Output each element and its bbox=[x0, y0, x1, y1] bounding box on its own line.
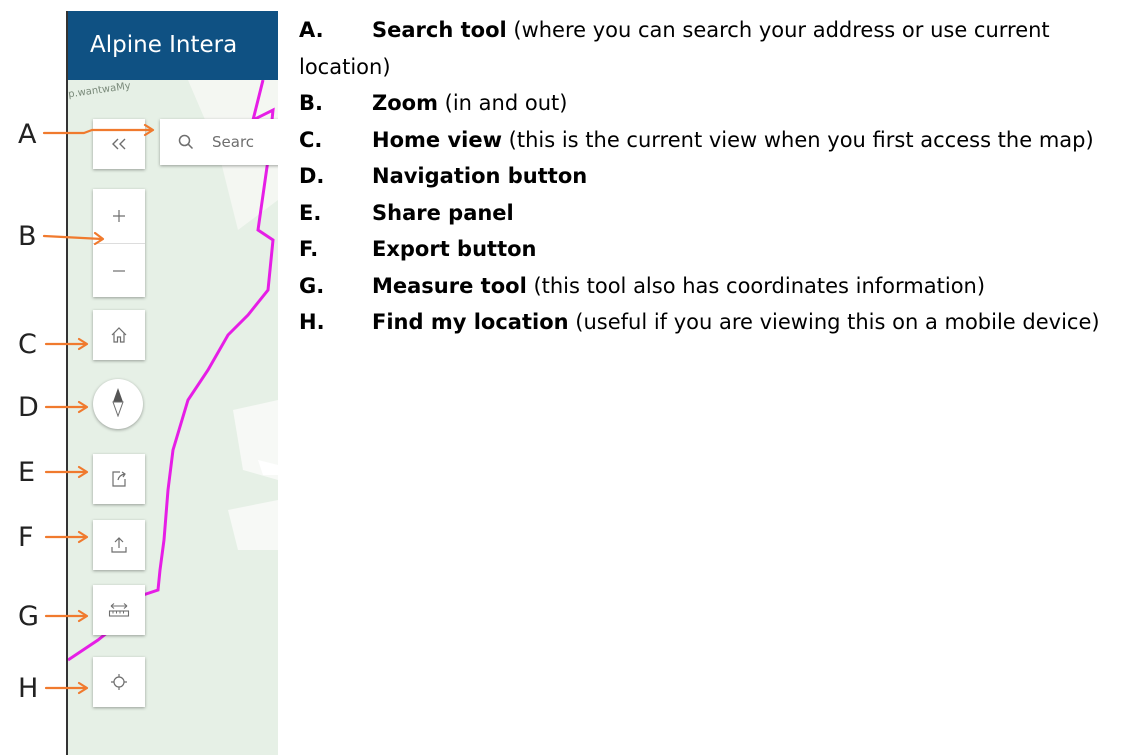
search-input[interactable]: Searc bbox=[160, 119, 278, 165]
app-title: Alpine Intera bbox=[90, 32, 238, 58]
legend-name: Share panel bbox=[372, 200, 514, 225]
legend-key: C. bbox=[299, 127, 323, 152]
search-placeholder: Searc bbox=[212, 133, 255, 151]
legend-key: F. bbox=[299, 237, 319, 261]
locate-button[interactable] bbox=[93, 657, 145, 707]
callout-f: F bbox=[18, 522, 34, 553]
legend-list: A. Search tool (where you can search your… bbox=[299, 12, 1119, 341]
zoom-controls bbox=[93, 189, 145, 297]
measure-button[interactable] bbox=[93, 585, 145, 635]
callout-a: A bbox=[18, 119, 37, 150]
callout-h: H bbox=[18, 673, 39, 704]
legend-item-h: H. Find my location (useful if you are vi… bbox=[299, 304, 1119, 341]
legend-item-d: D. Navigation button bbox=[299, 158, 1119, 195]
legend-desc: (this is the current view when you first… bbox=[501, 127, 1094, 152]
zoom-in-button[interactable] bbox=[93, 189, 145, 243]
callout-g: G bbox=[18, 601, 39, 632]
legend-name: Home view bbox=[372, 127, 502, 152]
legend-name: Zoom bbox=[372, 91, 438, 115]
compass-icon bbox=[112, 387, 124, 421]
legend-item-f: F. Export button bbox=[299, 231, 1119, 268]
legend-name: Navigation button bbox=[372, 164, 588, 188]
export-icon bbox=[110, 536, 128, 554]
export-button[interactable] bbox=[93, 520, 145, 570]
legend-key: G. bbox=[299, 273, 325, 298]
double-chevron-left-icon bbox=[110, 137, 128, 151]
legend-name: Find my location bbox=[372, 310, 569, 334]
legend-key: D. bbox=[299, 164, 325, 188]
crosshair-icon bbox=[110, 673, 128, 691]
legend-key: H. bbox=[299, 310, 325, 334]
share-icon bbox=[110, 470, 128, 488]
share-button[interactable] bbox=[93, 454, 145, 504]
collapse-button[interactable] bbox=[93, 119, 145, 169]
compass-button[interactable] bbox=[93, 379, 143, 429]
callout-c: C bbox=[18, 329, 37, 360]
legend-desc: (this tool also has coordinates informat… bbox=[526, 273, 986, 298]
app-header: Alpine Intera bbox=[68, 11, 278, 80]
plus-icon bbox=[112, 204, 126, 229]
legend-item-c: C. Home view (this is the current view wh… bbox=[299, 122, 1119, 159]
legend-key: E. bbox=[299, 200, 322, 225]
legend-desc: (in and out) bbox=[437, 91, 568, 115]
map-screenshot: Alpine Intera p.wantwaMy Searc bbox=[66, 11, 278, 755]
legend-item-e: E. Share panel bbox=[299, 195, 1119, 232]
callout-b: B bbox=[18, 221, 37, 252]
legend-key: A. bbox=[299, 18, 324, 42]
legend-item-b: B. Zoom (in and out) bbox=[299, 85, 1119, 122]
callout-e: E bbox=[18, 457, 36, 488]
search-icon bbox=[178, 134, 194, 150]
minus-icon bbox=[112, 259, 126, 284]
callout-d: D bbox=[18, 392, 39, 423]
legend-key: B. bbox=[299, 91, 323, 115]
legend-desc: (useful if you are viewing this on a mob… bbox=[568, 310, 1100, 334]
legend-item-g: G. Measure tool (this tool also has coord… bbox=[299, 268, 1119, 305]
legend-name: Search tool bbox=[372, 18, 507, 42]
legend-name: Measure tool bbox=[372, 273, 527, 298]
home-button[interactable] bbox=[93, 310, 145, 360]
home-icon bbox=[110, 326, 128, 344]
legend-name: Export button bbox=[372, 237, 537, 261]
measure-icon bbox=[108, 602, 130, 618]
zoom-out-button[interactable] bbox=[93, 243, 145, 298]
legend-item-a: A. Search tool (where you can search your… bbox=[299, 12, 1119, 85]
